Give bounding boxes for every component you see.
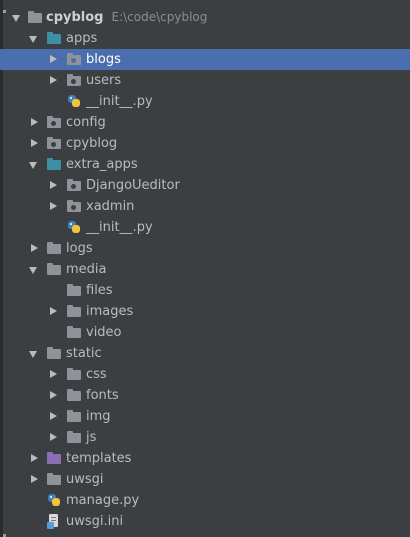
chevron-right-icon[interactable]	[47, 427, 59, 448]
tree-item-label: cpyblog	[66, 136, 118, 151]
folder-icon	[47, 473, 61, 485]
package-folder-icon	[67, 179, 81, 191]
tree-item-cpyblog[interactable]: cpyblog	[0, 133, 410, 154]
tree-item-label: blogs	[86, 52, 121, 67]
tree-item-label: __init__.py	[86, 94, 153, 109]
tree-item-uwsgi[interactable]: uwsgi	[0, 469, 410, 490]
python-file-icon	[67, 94, 81, 108]
tree-item-logs[interactable]: logs	[0, 238, 410, 259]
chevron-down-icon[interactable]	[28, 154, 40, 175]
tree-item-label: static	[66, 346, 102, 361]
tree-item-extra-init[interactable]: __init__.py	[0, 217, 410, 238]
tree-item-video[interactable]: video	[0, 322, 410, 343]
python-file-icon	[47, 493, 61, 507]
chevron-right-icon[interactable]	[47, 49, 59, 70]
templates-folder-icon	[47, 452, 61, 464]
tree-item-label: uwsgi	[66, 472, 104, 487]
tree-item-uwsgi-ini[interactable]: uwsgi.ini	[0, 511, 410, 532]
tree-item-css[interactable]: css	[0, 364, 410, 385]
chevron-right-icon[interactable]	[28, 469, 40, 490]
folder-icon	[67, 368, 81, 380]
tree-item-label: extra_apps	[66, 157, 138, 172]
project-tree: cpyblog E:\code\cpyblog apps blogs users …	[0, 7, 410, 532]
package-folder-icon	[67, 200, 81, 212]
chevron-down-icon[interactable]	[11, 7, 23, 28]
tree-item-js[interactable]: js	[0, 427, 410, 448]
package-folder-icon	[47, 137, 61, 149]
folder-icon	[67, 305, 81, 317]
chevron-down-icon[interactable]	[28, 259, 40, 280]
tree-item-label: files	[86, 283, 113, 298]
tree-item-label: fonts	[86, 388, 119, 403]
tree-item-label: users	[86, 73, 122, 88]
tree-item-media[interactable]: media	[0, 259, 410, 280]
tree-item-label: logs	[66, 241, 93, 256]
folder-icon	[67, 326, 81, 338]
tree-item-apps[interactable]: apps	[0, 28, 410, 49]
package-folder-icon	[47, 116, 61, 128]
tree-item-xadmin[interactable]: xadmin	[0, 196, 410, 217]
chevron-right-icon[interactable]	[47, 406, 59, 427]
tree-item-label: img	[86, 409, 111, 424]
source-folder-icon	[47, 158, 61, 170]
tree-item-label: js	[86, 430, 97, 445]
chevron-right-icon[interactable]	[47, 70, 59, 91]
tree-item-label: media	[66, 262, 107, 277]
tree-item-djangoueditor[interactable]: DjangoUeditor	[0, 175, 410, 196]
root-label: cpyblog E:\code\cpyblog	[46, 10, 208, 25]
chevron-right-icon[interactable]	[28, 448, 40, 469]
project-path: E:\code\cpyblog	[111, 10, 208, 24]
tree-item-label: apps	[66, 31, 98, 46]
tree-item-images[interactable]: images	[0, 301, 410, 322]
folder-icon	[47, 242, 61, 254]
tree-item-label: css	[86, 367, 107, 382]
tree-item-img[interactable]: img	[0, 406, 410, 427]
chevron-right-icon[interactable]	[47, 196, 59, 217]
tree-item-label: __init__.py	[86, 220, 153, 235]
tree-item-blogs[interactable]: blogs	[0, 49, 410, 70]
tree-item-label: uwsgi.ini	[66, 514, 124, 529]
folder-icon	[67, 284, 81, 296]
folder-icon	[67, 389, 81, 401]
tree-item-label: DjangoUeditor	[86, 178, 180, 193]
tree-item-label: images	[86, 304, 134, 319]
tree-item-label: xadmin	[86, 199, 135, 214]
chevron-right-icon[interactable]	[28, 238, 40, 259]
folder-icon	[67, 410, 81, 422]
tree-item-label: templates	[66, 451, 132, 466]
chevron-right-icon[interactable]	[28, 112, 40, 133]
package-folder-icon	[67, 53, 81, 65]
tree-item-fonts[interactable]: fonts	[0, 385, 410, 406]
python-file-icon	[67, 220, 81, 234]
chevron-right-icon[interactable]	[47, 175, 59, 196]
source-folder-icon	[47, 32, 61, 44]
chevron-right-icon[interactable]	[47, 301, 59, 322]
chevron-right-icon[interactable]	[47, 364, 59, 385]
chevron-right-icon[interactable]	[47, 385, 59, 406]
tree-item-label: manage.py	[66, 493, 140, 508]
tree-item-users[interactable]: users	[0, 70, 410, 91]
tree-item-label: config	[66, 115, 106, 130]
tree-item-manage[interactable]: manage.py	[0, 490, 410, 511]
chevron-down-icon[interactable]	[28, 343, 40, 364]
ini-file-icon	[47, 514, 61, 529]
chevron-right-icon[interactable]	[28, 133, 40, 154]
tree-item-static[interactable]: static	[0, 343, 410, 364]
tree-item-files[interactable]: files	[0, 280, 410, 301]
tree-item-extra-apps[interactable]: extra_apps	[0, 154, 410, 175]
package-folder-icon	[67, 74, 81, 86]
folder-icon	[28, 11, 42, 23]
tree-item-label: video	[86, 325, 122, 340]
chevron-down-icon[interactable]	[28, 28, 40, 49]
folder-icon	[67, 431, 81, 443]
tree-item-root[interactable]: cpyblog E:\code\cpyblog	[0, 7, 410, 28]
folder-icon	[47, 347, 61, 359]
tree-item-apps-init[interactable]: __init__.py	[0, 91, 410, 112]
tree-item-config[interactable]: config	[0, 112, 410, 133]
tree-item-templates[interactable]: templates	[0, 448, 410, 469]
folder-icon	[47, 263, 61, 275]
